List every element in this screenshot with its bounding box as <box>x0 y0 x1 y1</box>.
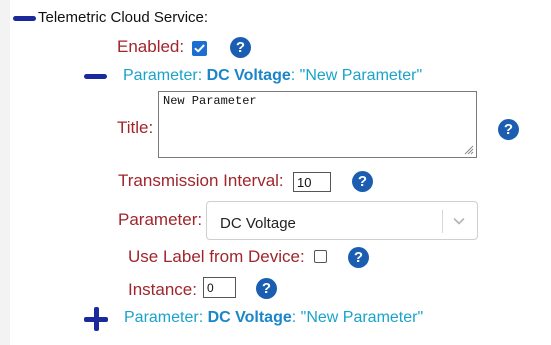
parameter-select-value: DC Voltage <box>220 215 296 232</box>
section-title: Telemetric Cloud Service: <box>38 9 209 26</box>
help-icon-interval[interactable]: ? <box>352 171 373 192</box>
collapse-parameter-icon[interactable] <box>84 74 107 79</box>
title-label: Title: <box>117 118 154 137</box>
select-separator <box>442 210 443 233</box>
help-icon-instance[interactable]: ? <box>256 278 277 299</box>
title-textarea[interactable]: New Parameter <box>158 91 477 158</box>
plus-icon[interactable] <box>84 307 108 331</box>
resize-grip-icon[interactable] <box>462 143 474 155</box>
add-parameter-link[interactable]: Parameter: DC Voltage: "New Parameter" <box>124 309 423 327</box>
use-label-label: Use Label from Device: <box>128 247 305 266</box>
chevron-down-icon[interactable] <box>452 214 466 228</box>
help-icon-enabled[interactable]: ? <box>230 37 251 58</box>
parameter-select-label: Parameter: <box>118 210 203 229</box>
parameter-header-prefix: Parameter: <box>123 67 207 84</box>
add-parameter-suffix: : "New Parameter" <box>291 309 424 326</box>
help-icon-title[interactable]: ? <box>498 119 519 140</box>
instance-input[interactable] <box>203 277 236 298</box>
transmission-interval-input[interactable] <box>293 172 331 192</box>
parameter-header-suffix: : "New Parameter" <box>290 67 423 84</box>
instance-label: Instance: <box>128 280 197 299</box>
use-label-checkbox[interactable] <box>314 250 327 263</box>
help-icon-use-label[interactable]: ? <box>348 247 369 268</box>
parameter-header-name: DC Voltage <box>206 67 291 84</box>
parameter-select[interactable]: DC Voltage <box>206 201 478 240</box>
collapse-section-icon[interactable] <box>13 16 36 21</box>
check-icon <box>194 44 205 53</box>
add-parameter-name: DC Voltage <box>207 309 292 326</box>
parameter-header[interactable]: Parameter: DC Voltage: "New Parameter" <box>123 67 422 85</box>
add-parameter-prefix: Parameter: <box>124 309 208 326</box>
enabled-label: Enabled: <box>117 37 185 56</box>
transmission-interval-label: Transmission Interval: <box>118 171 284 190</box>
enabled-checkbox[interactable] <box>192 41 207 56</box>
